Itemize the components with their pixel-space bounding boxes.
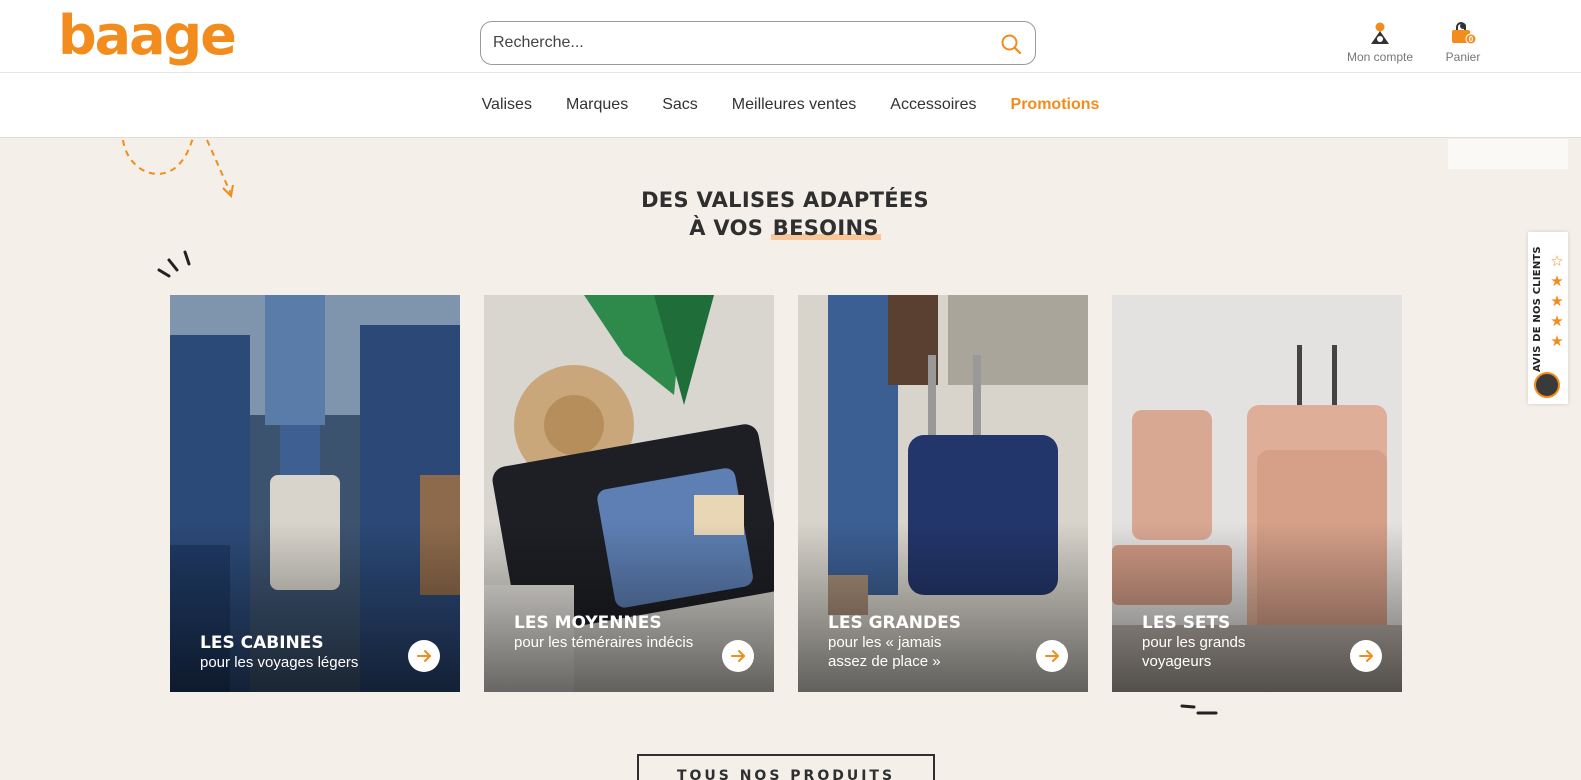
card-title: LES MOYENNES (514, 613, 662, 633)
star-rating: ☆ ★ ★ ★ ★ (1550, 252, 1564, 352)
card-title: LES SETS (1142, 613, 1231, 633)
card-arrow-button[interactable] (1350, 640, 1382, 672)
star-icon: ★ (1550, 273, 1564, 290)
star-icon: ☆ (1550, 253, 1564, 270)
card-subtitle: pour les téméraires indécis (514, 634, 694, 651)
card-arrow-button[interactable] (408, 640, 440, 672)
card-arrow-button[interactable] (722, 640, 754, 672)
star-icon: ★ (1550, 313, 1564, 330)
star-icon: ★ (1550, 333, 1564, 350)
all-products-button[interactable]: TOUS NOS PRODUITS (637, 754, 935, 780)
reviews-widget-label: AVIS DE NOS CLIENTS (1532, 246, 1543, 372)
nav-item-meilleures-ventes[interactable]: Meilleures ventes (732, 96, 857, 114)
account-label: Mon compte (1346, 50, 1414, 64)
arrow-right-icon (417, 650, 431, 662)
star-icon: ★ (1550, 293, 1564, 310)
section-title-line2-prefix: À VOS (689, 216, 771, 240)
arrow-right-icon (1359, 650, 1373, 662)
cart-icon: 0 (1452, 22, 1476, 45)
site-header: baage Mon compte 0 Panier (0, 0, 1581, 73)
category-card-moyennes[interactable]: LES MOYENNES pour les téméraires indécis (484, 295, 774, 692)
cart-label: Panier (1445, 50, 1481, 64)
user-icon (1371, 22, 1389, 44)
category-card-cabines[interactable]: LES CABINES pour les voyages légers (170, 295, 460, 692)
nav-item-valises[interactable]: Valises (482, 96, 532, 114)
card-subtitle: pour les « jamais assez de place » (828, 634, 942, 670)
card-subtitle: pour les grands voyageurs (1142, 634, 1246, 670)
logo[interactable]: baage (58, 6, 237, 66)
spark-lines-decoration (157, 250, 191, 278)
card-subtitle: pour les voyages légers (200, 654, 359, 671)
account-link[interactable]: Mon compte (1340, 20, 1420, 64)
search-icon[interactable] (999, 32, 1023, 56)
card-arrow-button[interactable] (1036, 640, 1068, 672)
category-card-sets[interactable]: LES SETS pour les grands voyageurs (1112, 295, 1402, 692)
search-bar[interactable] (480, 21, 1036, 65)
search-input[interactable] (493, 22, 983, 64)
dash-decoration (1180, 704, 1218, 715)
reviews-badge-icon (1534, 372, 1560, 398)
section-title: DES VALISES ADAPTÉES À VOS BESOINS (0, 186, 1570, 242)
arrow-right-icon (731, 650, 745, 662)
arrow-right-icon (1045, 650, 1059, 662)
section-title-line1: DES VALISES ADAPTÉES (641, 188, 929, 212)
reviews-widget[interactable]: AVIS DE NOS CLIENTS ☆ ★ ★ ★ ★ (1528, 232, 1568, 404)
card-title: LES GRANDES (828, 613, 962, 633)
main-nav: Valises Marques Sacs Meilleures ventes A… (0, 73, 1581, 138)
decorative-banner-edge (1448, 139, 1568, 169)
cart-link[interactable]: 0 Panier (1430, 20, 1496, 64)
category-card-grandes[interactable]: LES GRANDES pour les « jamais assez de p… (798, 295, 1088, 692)
section-title-highlight: BESOINS (770, 216, 881, 240)
cart-count: 0 (1469, 35, 1474, 44)
nav-item-promotions[interactable]: Promotions (1011, 96, 1100, 114)
nav-item-sacs[interactable]: Sacs (662, 96, 698, 114)
nav-item-marques[interactable]: Marques (566, 96, 628, 114)
card-title: LES CABINES (200, 633, 324, 653)
nav-item-accessoires[interactable]: Accessoires (890, 96, 976, 114)
